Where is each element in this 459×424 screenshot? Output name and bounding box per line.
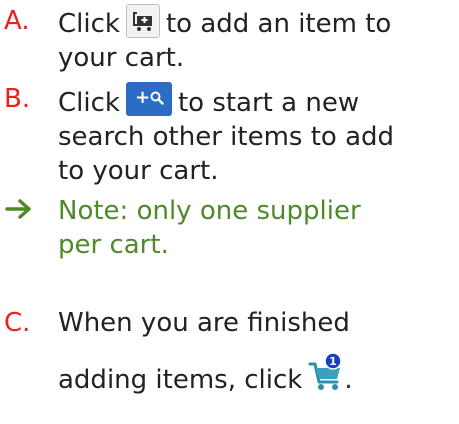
- step-marker: C.: [4, 308, 31, 338]
- step-text-part: search other items to add: [58, 122, 395, 152]
- magnifier-icon: [150, 91, 164, 105]
- cart-badge: 1: [330, 355, 338, 368]
- step-text: Click + to start a new search other item…: [58, 82, 458, 188]
- step-text-part: adding items, click: [58, 365, 303, 395]
- cart-icon[interactable]: 1: [308, 352, 344, 392]
- arrow-right-icon: [4, 194, 50, 228]
- step-text-part: to your cart.: [58, 156, 219, 186]
- new-search-button[interactable]: +: [125, 82, 172, 116]
- note-line: per cart.: [58, 230, 169, 260]
- step-marker: B.: [4, 84, 31, 114]
- add-to-cart-icon[interactable]: [125, 4, 160, 38]
- plus-icon: +: [134, 87, 151, 108]
- step-text-part: When you are finished: [58, 308, 350, 338]
- step-text-part: to start a new: [177, 88, 360, 118]
- note-line: Note: only one supplier: [58, 196, 361, 226]
- step-text-part: Click: [58, 9, 120, 39]
- step-text-part: to add an item to: [165, 9, 392, 39]
- step-text-part: your cart.: [58, 43, 185, 73]
- step-text-part: Click: [58, 88, 120, 118]
- step-text-part: .: [344, 365, 353, 395]
- step-text: Click to add an item to your cart.: [58, 4, 458, 75]
- step-marker: A.: [4, 6, 30, 36]
- note-text: Note: only one supplier per cart.: [58, 194, 458, 262]
- step-text: When you are finished adding items, clic…: [58, 306, 458, 397]
